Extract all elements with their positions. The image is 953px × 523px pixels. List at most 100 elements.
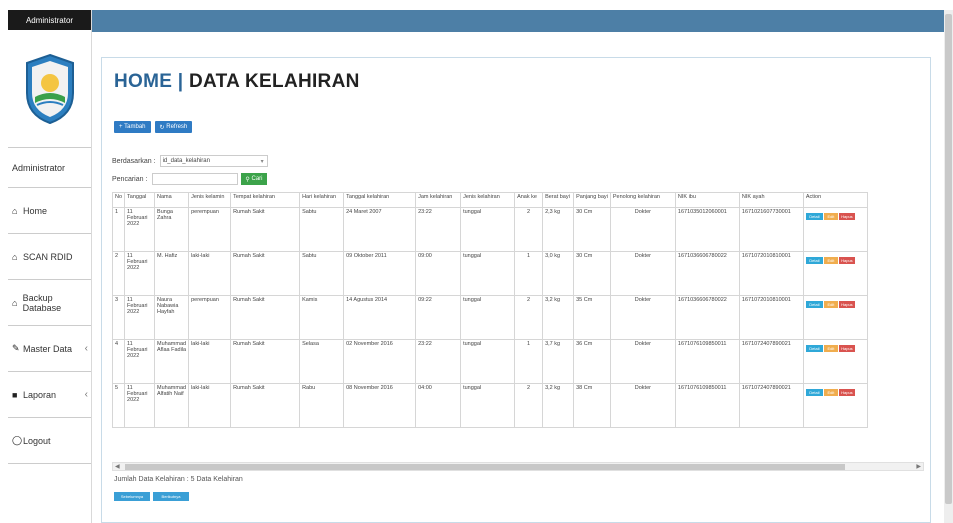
cell: 2 <box>112 251 126 296</box>
add-button-label: Tambah <box>124 124 146 130</box>
top-navbar <box>92 10 944 32</box>
table-row: 3 11 Februari 2022 Naura Nabawia Hayfah … <box>112 295 868 340</box>
refresh-button[interactable]: ↻ Refresh <box>154 121 193 133</box>
sidebar-item-label: SCAN RDID <box>23 251 73 262</box>
cell: Rumah Sakit <box>230 383 301 428</box>
filter-by-select[interactable]: id_data_kelahiran ▾ <box>159 155 268 167</box>
delete-button[interactable]: Hapus <box>838 257 855 264</box>
sidebar-item-backup-database[interactable]: ⌂ Backup Database <box>8 280 91 326</box>
sidebar-item-label: Master Data <box>23 343 73 354</box>
sidebar-item-label: Laporan <box>23 389 57 400</box>
col-header: Action <box>802 192 868 208</box>
cell: Dokter <box>609 251 676 296</box>
scroll-right-icon[interactable]: ▶ <box>916 463 921 470</box>
cell: 2 <box>514 383 544 428</box>
cell: 3,7 kg <box>542 339 575 384</box>
search-input[interactable] <box>152 173 239 185</box>
table-row: 1 11 Februari 2022 Bunga Zahra perempuan… <box>112 207 868 252</box>
next-page-button[interactable]: Berikutnya <box>153 492 189 501</box>
sidebar-item-laporan[interactable]: ■ Laporan ‹ <box>8 372 91 418</box>
delete-button[interactable]: Hapus <box>838 213 855 220</box>
edit-button[interactable]: Edit <box>823 213 838 220</box>
chevron-left-icon: ‹ <box>84 389 88 400</box>
search-button[interactable]: ⚲ Cari <box>241 173 267 185</box>
cell: 36 Cm <box>573 339 611 384</box>
sidebar-username: Administrator <box>8 148 91 188</box>
cell: tunggal <box>460 207 516 252</box>
previous-page-button[interactable]: Sebelumnya <box>114 492 150 501</box>
logo <box>8 30 91 148</box>
sidebar-item-master-data[interactable]: ✎ Master Data ‹ <box>8 326 91 372</box>
detail-button[interactable]: Detail <box>805 213 823 220</box>
sidebar: Administrator Administrator ⌂ Home ⌂ SCA… <box>8 10 92 523</box>
cell: Rumah Sakit <box>230 295 301 340</box>
col-header: Tempat kelahiran <box>230 192 301 208</box>
edit-button[interactable]: Edit <box>823 257 838 264</box>
cell: Dokter <box>609 383 676 428</box>
col-header: No <box>112 192 126 208</box>
vertical-scrollbar[interactable] <box>944 10 953 523</box>
cell: 30 Cm <box>573 207 611 252</box>
delete-button[interactable]: Hapus <box>838 389 855 396</box>
edit-button[interactable]: Edit <box>823 389 838 396</box>
col-header: NIK ibu <box>674 192 740 208</box>
sidebar-header: Administrator <box>8 10 91 30</box>
add-button[interactable]: + Tambah <box>114 121 151 133</box>
detail-button[interactable]: Detail <box>805 389 823 396</box>
book-icon: ■ <box>12 389 18 400</box>
cell: perempuan <box>188 295 232 340</box>
col-header: Panjang bayi <box>573 192 611 208</box>
table-row: 5 11 Februari 2022 Muhammad Alfatih Naif… <box>112 383 868 428</box>
cell: laki-laki <box>188 251 232 296</box>
breadcrumb-current: DATA KELAHIRAN <box>189 71 360 92</box>
cell: tunggal <box>460 295 516 340</box>
sidebar-nav: ⌂ Home ⌂ SCAN RDID ⌂ Backup Database ✎ M… <box>8 188 91 464</box>
col-header: Anak ke <box>514 192 544 208</box>
cell: 2 <box>514 295 544 340</box>
total-records-text: Jumlah Data Kelahiran : 5 Data Kelahiran <box>114 476 243 483</box>
action-cell: Detail Edit Hapus <box>802 295 868 340</box>
breadcrumb-home[interactable]: HOME <box>114 71 172 92</box>
action-cell: Detail Edit Hapus <box>802 383 868 428</box>
cell: 1 <box>514 339 544 384</box>
scroll-left-icon[interactable]: ◀ <box>115 463 120 470</box>
sidebar-item-logout[interactable]: ◯ Logout <box>8 418 91 464</box>
cell: 14 Agustus 2014 <box>343 295 417 340</box>
home-icon: ⌂ <box>12 205 18 216</box>
cell: perempuan <box>188 207 232 252</box>
scrollbar-thumb[interactable] <box>945 14 952 504</box>
cell: 3,0 kg <box>542 251 575 296</box>
cell: 1671072010810001 <box>738 251 804 296</box>
scrollbar-thumb[interactable] <box>125 464 845 470</box>
cell: 2,3 kg <box>542 207 575 252</box>
cell: 08 November 2016 <box>343 383 417 428</box>
detail-button[interactable]: Detail <box>805 257 823 264</box>
sidebar-item-label: Logout <box>23 435 51 446</box>
edit-button[interactable]: Edit <box>823 301 838 308</box>
col-header: Tanggal <box>124 192 156 208</box>
action-cell: Detail Edit Hapus <box>802 207 868 252</box>
cell: Selasa <box>299 339 345 384</box>
cell: M. Hafiz <box>154 251 190 296</box>
action-cell: Detail Edit Hapus <box>802 339 868 384</box>
chevron-left-icon: ‹ <box>84 343 88 354</box>
horizontal-scrollbar[interactable]: ◀ ▶ <box>112 462 924 471</box>
cell: Rumah Sakit <box>230 207 301 252</box>
sidebar-item-scan-rdid[interactable]: ⌂ SCAN RDID <box>8 234 91 280</box>
sidebar-item-home[interactable]: ⌂ Home <box>8 188 91 234</box>
edit-button[interactable]: Edit <box>823 345 838 352</box>
detail-button[interactable]: Detail <box>805 345 823 352</box>
delete-button[interactable]: Hapus <box>838 345 855 352</box>
detail-button[interactable]: Detail <box>805 301 823 308</box>
search-filter: Berdasarkan : id_data_kelahiran ▾ Pencar… <box>112 154 268 190</box>
home-icon: ⌂ <box>12 251 18 262</box>
cell: Sabtu <box>299 251 345 296</box>
cell: 23:22 <box>415 339 462 384</box>
filter-by-value: id_data_kelahiran <box>162 158 210 164</box>
col-header: Jenis kelamin <box>188 192 232 208</box>
power-icon: ◯ <box>12 435 23 445</box>
delete-button[interactable]: Hapus <box>838 301 855 308</box>
search-label: Pencarian : <box>112 175 148 183</box>
cell: Dokter <box>609 339 676 384</box>
table-row: 4 11 Februari 2022 Muhammad Aflaa Fadila… <box>112 339 868 384</box>
